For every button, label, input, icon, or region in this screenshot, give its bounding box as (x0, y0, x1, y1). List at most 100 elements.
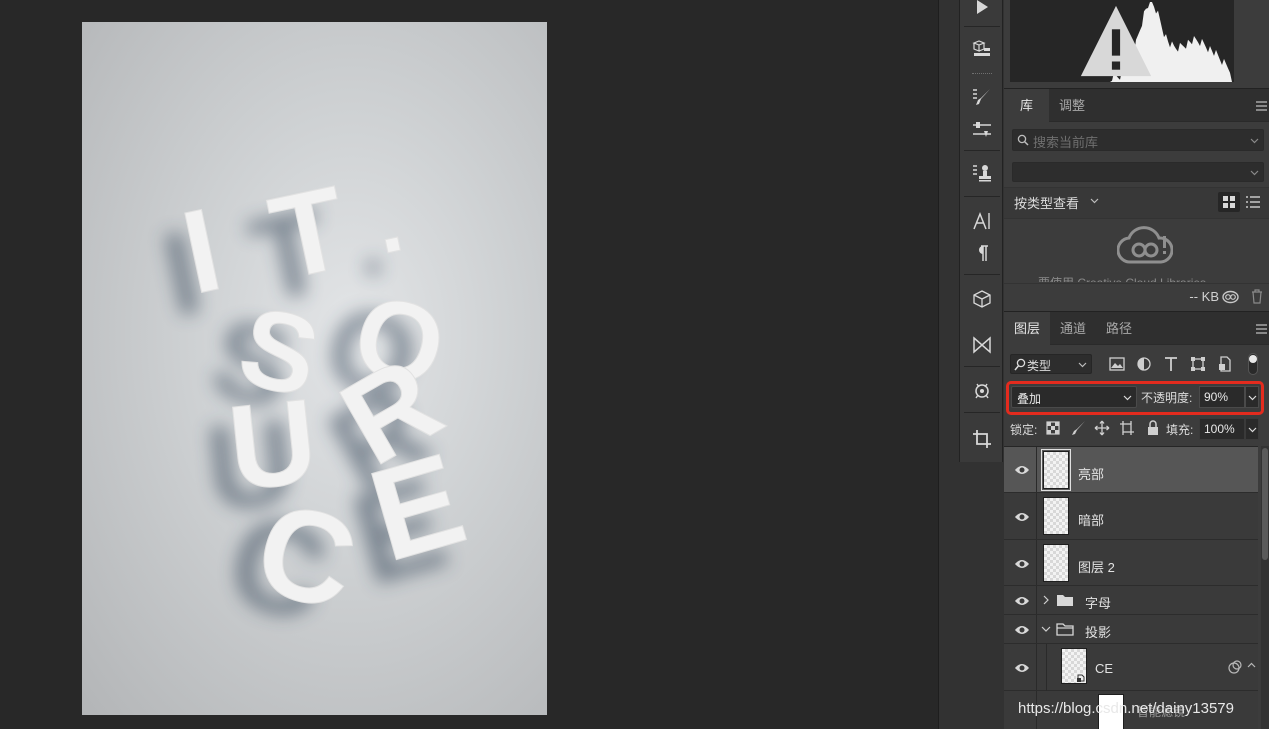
lock-image-pixels-icon[interactable] (1070, 420, 1086, 436)
chevron-down-icon (1248, 427, 1257, 433)
3d-icon[interactable] (960, 34, 1004, 64)
chevron-right-icon[interactable] (1042, 595, 1050, 605)
tool-divider (964, 26, 1000, 27)
crop-icon[interactable] (960, 424, 1004, 454)
layers-scrollbar[interactable] (1261, 446, 1269, 729)
lock-position-icon[interactable] (1094, 420, 1110, 436)
layers-list[interactable]: 亮部 暗部 图层 2 字母 投影 CE (1004, 446, 1258, 729)
chevron-up-icon[interactable] (1247, 662, 1256, 668)
list-view-icon[interactable] (1246, 196, 1260, 208)
tool-divider (964, 150, 1000, 151)
opacity-label: 不透明度: (1141, 391, 1193, 405)
3d-cube-icon[interactable] (960, 284, 1004, 314)
sync-cloud-icon[interactable] (1222, 290, 1239, 304)
smart-object-filter-icon[interactable] (1216, 355, 1234, 373)
tab-layers[interactable]: 图层 (1004, 312, 1050, 346)
warning-icon[interactable] (1004, 0, 1228, 82)
smart-filter-icon[interactable] (1228, 660, 1242, 674)
fill-slider-button[interactable] (1245, 418, 1259, 440)
tab-channels[interactable]: 通道 (1051, 312, 1095, 346)
layer-name[interactable]: 图层 2 (1078, 557, 1115, 576)
lock-artboard-icon[interactable] (1119, 420, 1135, 436)
blend-mode-select[interactable]: 叠加 (1011, 386, 1137, 408)
layer-group-row[interactable]: 投影 (1004, 615, 1258, 644)
layer-name[interactable]: 暗部 (1078, 510, 1104, 529)
visibility-column (1036, 644, 1037, 690)
bow-tie-icon[interactable] (960, 330, 1004, 360)
clone-source-icon[interactable] (960, 158, 1004, 188)
panel-icon-column (959, 0, 1003, 462)
eye-icon[interactable] (1014, 558, 1030, 570)
layer-filter-select[interactable]: 类型 (1010, 354, 1092, 374)
eye-icon[interactable] (1014, 511, 1030, 523)
adjustment-filter-icon[interactable] (1135, 355, 1153, 373)
document-canvas[interactable]: IT.SOURCE IT.SOURCE (82, 22, 547, 715)
opacity-slider-button[interactable] (1245, 386, 1259, 408)
library-tabbar: 库 调整 (1004, 88, 1269, 123)
brush-preset-icon[interactable] (960, 82, 1004, 112)
layer-row[interactable]: 亮部 (1004, 447, 1258, 493)
layer-group-row[interactable]: 字母 (1004, 586, 1258, 615)
fill-value: 100% (1204, 422, 1235, 436)
visibility-column (1036, 615, 1037, 643)
chevron-down-icon[interactable] (1090, 198, 1099, 204)
shape-filter-icon[interactable] (1189, 355, 1207, 373)
tab-paths[interactable]: 路径 (1096, 312, 1142, 346)
scrollbar-thumb[interactable] (1262, 448, 1268, 560)
actions-icon[interactable] (960, 376, 1004, 406)
watermark-text: https://blog.csdn.net/dainy13579 (1018, 700, 1234, 717)
panel-grip[interactable] (972, 73, 992, 75)
panel-menu-icon[interactable] (1256, 101, 1267, 111)
lock-all-icon[interactable] (1145, 420, 1161, 436)
layer-name[interactable]: 亮部 (1078, 464, 1104, 483)
grid-view-button[interactable] (1218, 192, 1240, 212)
panel-menu-icon[interactable] (1256, 324, 1267, 334)
creative-cloud-icon (1117, 226, 1173, 264)
play-icon[interactable] (960, 0, 1004, 22)
right-panels: 库 调整 搜索当前库 按类型查看 要使用 Creative Cloud Libr… (1004, 0, 1269, 729)
layer-name[interactable]: CE (1095, 661, 1113, 676)
character-icon[interactable] (960, 206, 1004, 236)
visibility-column (1036, 493, 1037, 539)
histogram-panel (1010, 0, 1234, 82)
layer-row[interactable]: 暗部 (1004, 493, 1258, 540)
library-info-text: 要使用 Creative Cloud Libraries (1038, 274, 1206, 282)
layer-row[interactable]: CE (1004, 644, 1258, 691)
layer-row[interactable]: 图层 2 (1004, 540, 1258, 586)
chevron-down-icon[interactable] (1041, 625, 1051, 633)
fill-input[interactable]: 100% (1199, 418, 1245, 440)
smart-object-thumbnail[interactable] (1061, 648, 1087, 684)
eye-icon[interactable] (1014, 464, 1030, 476)
layer-name[interactable]: 投影 (1085, 622, 1111, 641)
library-select[interactable] (1012, 162, 1264, 182)
layer-thumbnail[interactable] (1041, 449, 1071, 491)
eye-icon[interactable] (1014, 595, 1030, 607)
grid-view-icon (1223, 196, 1235, 208)
image-filter-icon[interactable] (1108, 355, 1126, 373)
opacity-input[interactable]: 90% (1199, 386, 1245, 408)
type-filter-icon[interactable] (1162, 355, 1180, 373)
eye-icon[interactable] (1014, 662, 1030, 674)
tool-divider (964, 196, 1000, 197)
layer-name[interactable]: 字母 (1085, 593, 1111, 612)
tab-adjustments[interactable]: 调整 (1050, 89, 1094, 123)
eye-icon[interactable] (1014, 624, 1030, 636)
tab-library[interactable]: 库 (1004, 89, 1049, 123)
adjust-sliders-icon[interactable] (960, 115, 1004, 145)
view-by-type-dropdown[interactable]: 按类型查看 (1014, 193, 1079, 212)
search-icon (1017, 134, 1029, 146)
search-placeholder: 搜索当前库 (1033, 135, 1099, 150)
trash-icon[interactable] (1251, 289, 1263, 304)
chevron-down-icon (1250, 138, 1259, 144)
filter-type-label: 类型 (1027, 359, 1052, 373)
folder-icon (1057, 595, 1073, 606)
layers-tabbar: 图层 通道 路径 (1004, 311, 1269, 346)
layer-thumbnail[interactable] (1043, 544, 1069, 582)
filter-toggle[interactable] (1248, 353, 1258, 375)
tool-divider (964, 366, 1000, 367)
layer-thumbnail[interactable] (1043, 497, 1069, 535)
canvas-area[interactable]: IT.SOURCE IT.SOURCE (0, 0, 938, 729)
paragraph-icon[interactable] (960, 238, 1004, 268)
lock-transparent-pixels-icon[interactable] (1045, 420, 1061, 436)
library-search-input[interactable]: 搜索当前库 (1012, 129, 1264, 151)
